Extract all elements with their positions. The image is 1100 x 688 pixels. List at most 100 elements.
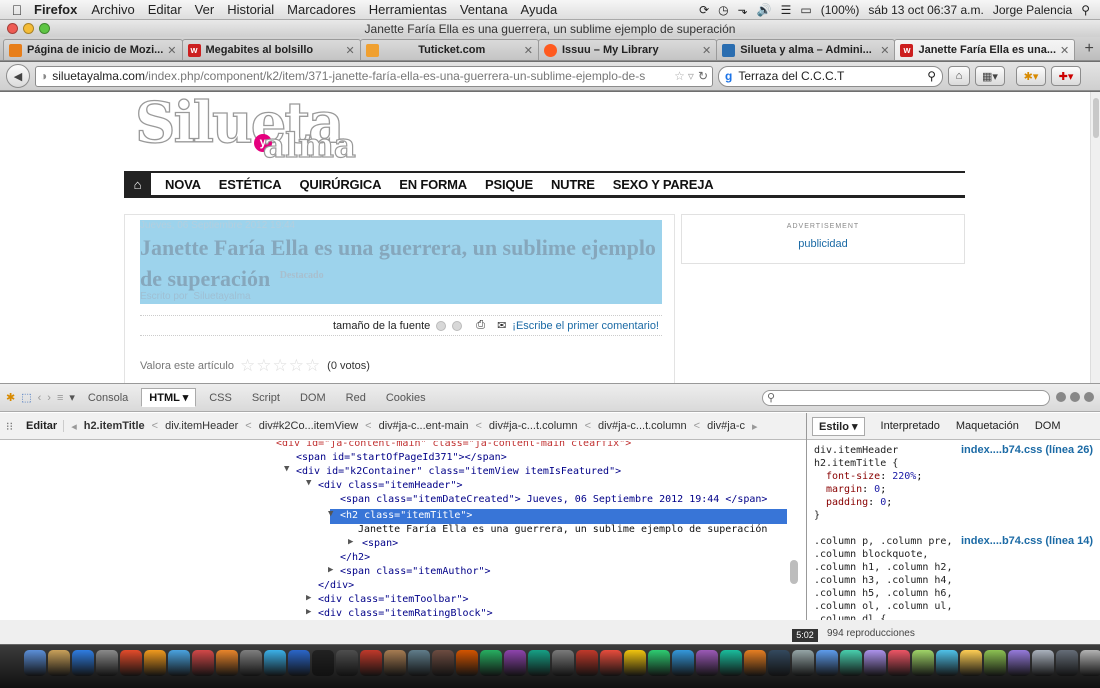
url-bar[interactable]: ◑ siluetayalma.com/index.php/component/k… bbox=[35, 65, 713, 87]
dock-app-icon[interactable] bbox=[360, 650, 382, 676]
close-tab-icon[interactable]: ✕ bbox=[346, 44, 355, 57]
html-line[interactable]: <span class="itemDateCreated"> Jueves, 0… bbox=[340, 493, 767, 507]
minimize-panel-button[interactable] bbox=[1056, 392, 1066, 402]
expand-triangle-icon[interactable]: ▶ bbox=[348, 537, 358, 547]
dock-app-icon[interactable] bbox=[1080, 650, 1100, 676]
close-window-button[interactable] bbox=[7, 23, 18, 34]
dock-app-icon[interactable] bbox=[192, 650, 214, 676]
menu-ventana[interactable]: Ventana bbox=[460, 2, 508, 17]
home-button[interactable]: ⌂ bbox=[948, 66, 970, 86]
dock-app-icon[interactable] bbox=[936, 650, 958, 676]
html-line[interactable]: <div class="itemRatingBlock"> bbox=[318, 607, 493, 621]
tab-maquetacion[interactable]: Maquetación bbox=[956, 420, 1019, 432]
css-property[interactable]: margin: 0; bbox=[814, 483, 886, 496]
html-tree-scrollbar[interactable] bbox=[790, 560, 798, 584]
dock-app-icon[interactable] bbox=[96, 650, 118, 676]
menu-herramientas[interactable]: Herramientas bbox=[369, 2, 447, 17]
rating-stars[interactable]: ☆☆☆☆☆ bbox=[240, 356, 321, 376]
tab-interpretado[interactable]: Interpretado bbox=[881, 420, 940, 432]
html-line[interactable]: <div class="itemToolbar"> bbox=[318, 593, 469, 607]
forward-icon[interactable]: › bbox=[47, 392, 51, 404]
email-icon[interactable]: ✉ bbox=[497, 319, 506, 332]
nav-estetica[interactable]: ESTÉTICA bbox=[210, 177, 291, 192]
reload-icon[interactable]: ↻ bbox=[698, 69, 708, 83]
breadcrumb-item[interactable]: div#ja-c bbox=[707, 420, 745, 432]
dock-app-icon[interactable] bbox=[504, 650, 526, 676]
tab-megabites[interactable]: w Megabites al bolsillo ✕ bbox=[181, 39, 361, 60]
tab-dom[interactable]: DOM bbox=[293, 390, 333, 406]
dock-app-icon[interactable] bbox=[792, 650, 814, 676]
site-logo[interactable]: Silueta y alma bbox=[134, 92, 375, 167]
tab-janette[interactable]: w Janette Faría Ella es una... ✕ bbox=[894, 39, 1076, 60]
dock-app-icon[interactable] bbox=[960, 650, 982, 676]
dock-app-icon[interactable] bbox=[72, 650, 94, 676]
sync-icon[interactable]: ⟳ bbox=[699, 3, 709, 17]
menu-archivo[interactable]: Archivo bbox=[91, 2, 134, 17]
google-icon[interactable]: g bbox=[725, 69, 732, 83]
dock-app-icon[interactable] bbox=[480, 650, 502, 676]
search-bar[interactable]: g Terraza del C.C.C.T ⚲ bbox=[718, 65, 943, 87]
dock-app-icon[interactable] bbox=[216, 650, 238, 676]
nav-en-forma[interactable]: EN FORMA bbox=[390, 177, 476, 192]
tab-script[interactable]: Script bbox=[245, 390, 287, 406]
breadcrumb-item[interactable]: div#ja-c...t.column bbox=[598, 420, 687, 432]
css-source-link[interactable]: index....b74.css (línea 14) bbox=[961, 535, 1093, 547]
dock-app-icon[interactable] bbox=[840, 650, 862, 676]
tab-red[interactable]: Red bbox=[339, 390, 373, 406]
minimize-window-button[interactable] bbox=[23, 23, 34, 34]
menu-ver[interactable]: Ver bbox=[195, 2, 215, 17]
dock-app-icon[interactable] bbox=[696, 650, 718, 676]
user-name[interactable]: Jorge Palencia bbox=[993, 3, 1072, 17]
dock-app-icon[interactable] bbox=[624, 650, 646, 676]
new-tab-button[interactable]: + bbox=[1078, 39, 1100, 60]
spotlight-icon[interactable]: ⚲ bbox=[1081, 3, 1090, 17]
layout-icon[interactable]: ⁝⁝ bbox=[6, 420, 13, 433]
bookmark-star-icon[interactable]: ☆ bbox=[674, 69, 685, 83]
close-tab-icon[interactable]: ✕ bbox=[524, 44, 533, 57]
tab-dom-side[interactable]: DOM bbox=[1035, 420, 1061, 432]
back-icon[interactable]: ‹ bbox=[38, 392, 42, 404]
dock-app-icon[interactable] bbox=[816, 650, 838, 676]
dock-app-icon[interactable] bbox=[240, 650, 262, 676]
breadcrumb-item[interactable]: div#ja-c...t.column bbox=[489, 420, 578, 432]
tab-css[interactable]: CSS bbox=[202, 390, 239, 406]
collapse-triangle-icon[interactable]: ▼ bbox=[306, 478, 316, 488]
dock-app-icon[interactable] bbox=[432, 650, 454, 676]
tab-mozilla[interactable]: Página de inicio de Mozi... ✕ bbox=[3, 39, 183, 60]
close-tab-icon[interactable]: ✕ bbox=[167, 44, 176, 57]
extension-button[interactable]: ✚▾ bbox=[1051, 66, 1081, 86]
html-line[interactable]: <span id="startOfPageId371"></span> bbox=[296, 451, 507, 465]
addon-button[interactable]: ✱▾ bbox=[1016, 66, 1046, 86]
collapse-triangle-icon[interactable]: ▼ bbox=[328, 509, 338, 519]
collapse-triangle-icon[interactable]: ▼ bbox=[284, 464, 294, 474]
breadcrumb-item[interactable]: div.itemHeader bbox=[165, 420, 238, 432]
css-selector[interactable]: .column blockquote, bbox=[814, 548, 928, 561]
dock-app-icon[interactable] bbox=[888, 650, 910, 676]
html-line-selected[interactable]: <h2 class="itemTitle"> bbox=[340, 509, 472, 523]
css-selector[interactable]: div.itemHeader bbox=[814, 444, 898, 457]
tab-cookies[interactable]: Cookies bbox=[379, 390, 433, 406]
breadcrumb-item[interactable]: div#ja-c...ent-main bbox=[379, 420, 469, 432]
menu-marcadores[interactable]: Marcadores bbox=[287, 2, 356, 17]
css-selector[interactable]: h2.itemTitle { bbox=[814, 457, 898, 470]
dock-app-icon[interactable] bbox=[1056, 650, 1078, 676]
html-line[interactable]: </div> bbox=[318, 579, 354, 593]
css-selector[interactable]: .column h3, .column h4, bbox=[814, 574, 952, 587]
dock-app-icon[interactable] bbox=[288, 650, 310, 676]
close-tab-icon[interactable]: ✕ bbox=[1060, 44, 1069, 57]
home-nav-button[interactable]: ⌂ bbox=[124, 173, 151, 195]
clock[interactable]: sáb 13 oct 06:37 a.m. bbox=[868, 3, 983, 17]
css-property[interactable]: padding: 0; bbox=[814, 496, 892, 509]
css-selector[interactable]: .column h1, .column h2, bbox=[814, 561, 952, 574]
tab-tuticket[interactable]: Tuticket.com ✕ bbox=[359, 39, 539, 60]
expand-triangle-icon[interactable]: ▶ bbox=[306, 607, 316, 617]
search-icon[interactable]: ⚲ bbox=[927, 69, 936, 83]
advertisement-link[interactable]: publicidad bbox=[681, 238, 965, 250]
bookmarks-button[interactable]: ▦▾ bbox=[975, 66, 1005, 86]
dock-app-icon[interactable] bbox=[1032, 650, 1054, 676]
expand-triangle-icon[interactable]: ▶ bbox=[328, 565, 338, 575]
scrollbar-thumb[interactable] bbox=[1093, 98, 1099, 138]
nav-sexo-y-pareja[interactable]: SEXO Y PAREJA bbox=[604, 177, 723, 192]
html-line[interactable]: </h2> bbox=[340, 551, 370, 565]
url-text[interactable]: siluetayalma.com/index.php/component/k2/… bbox=[52, 69, 671, 83]
